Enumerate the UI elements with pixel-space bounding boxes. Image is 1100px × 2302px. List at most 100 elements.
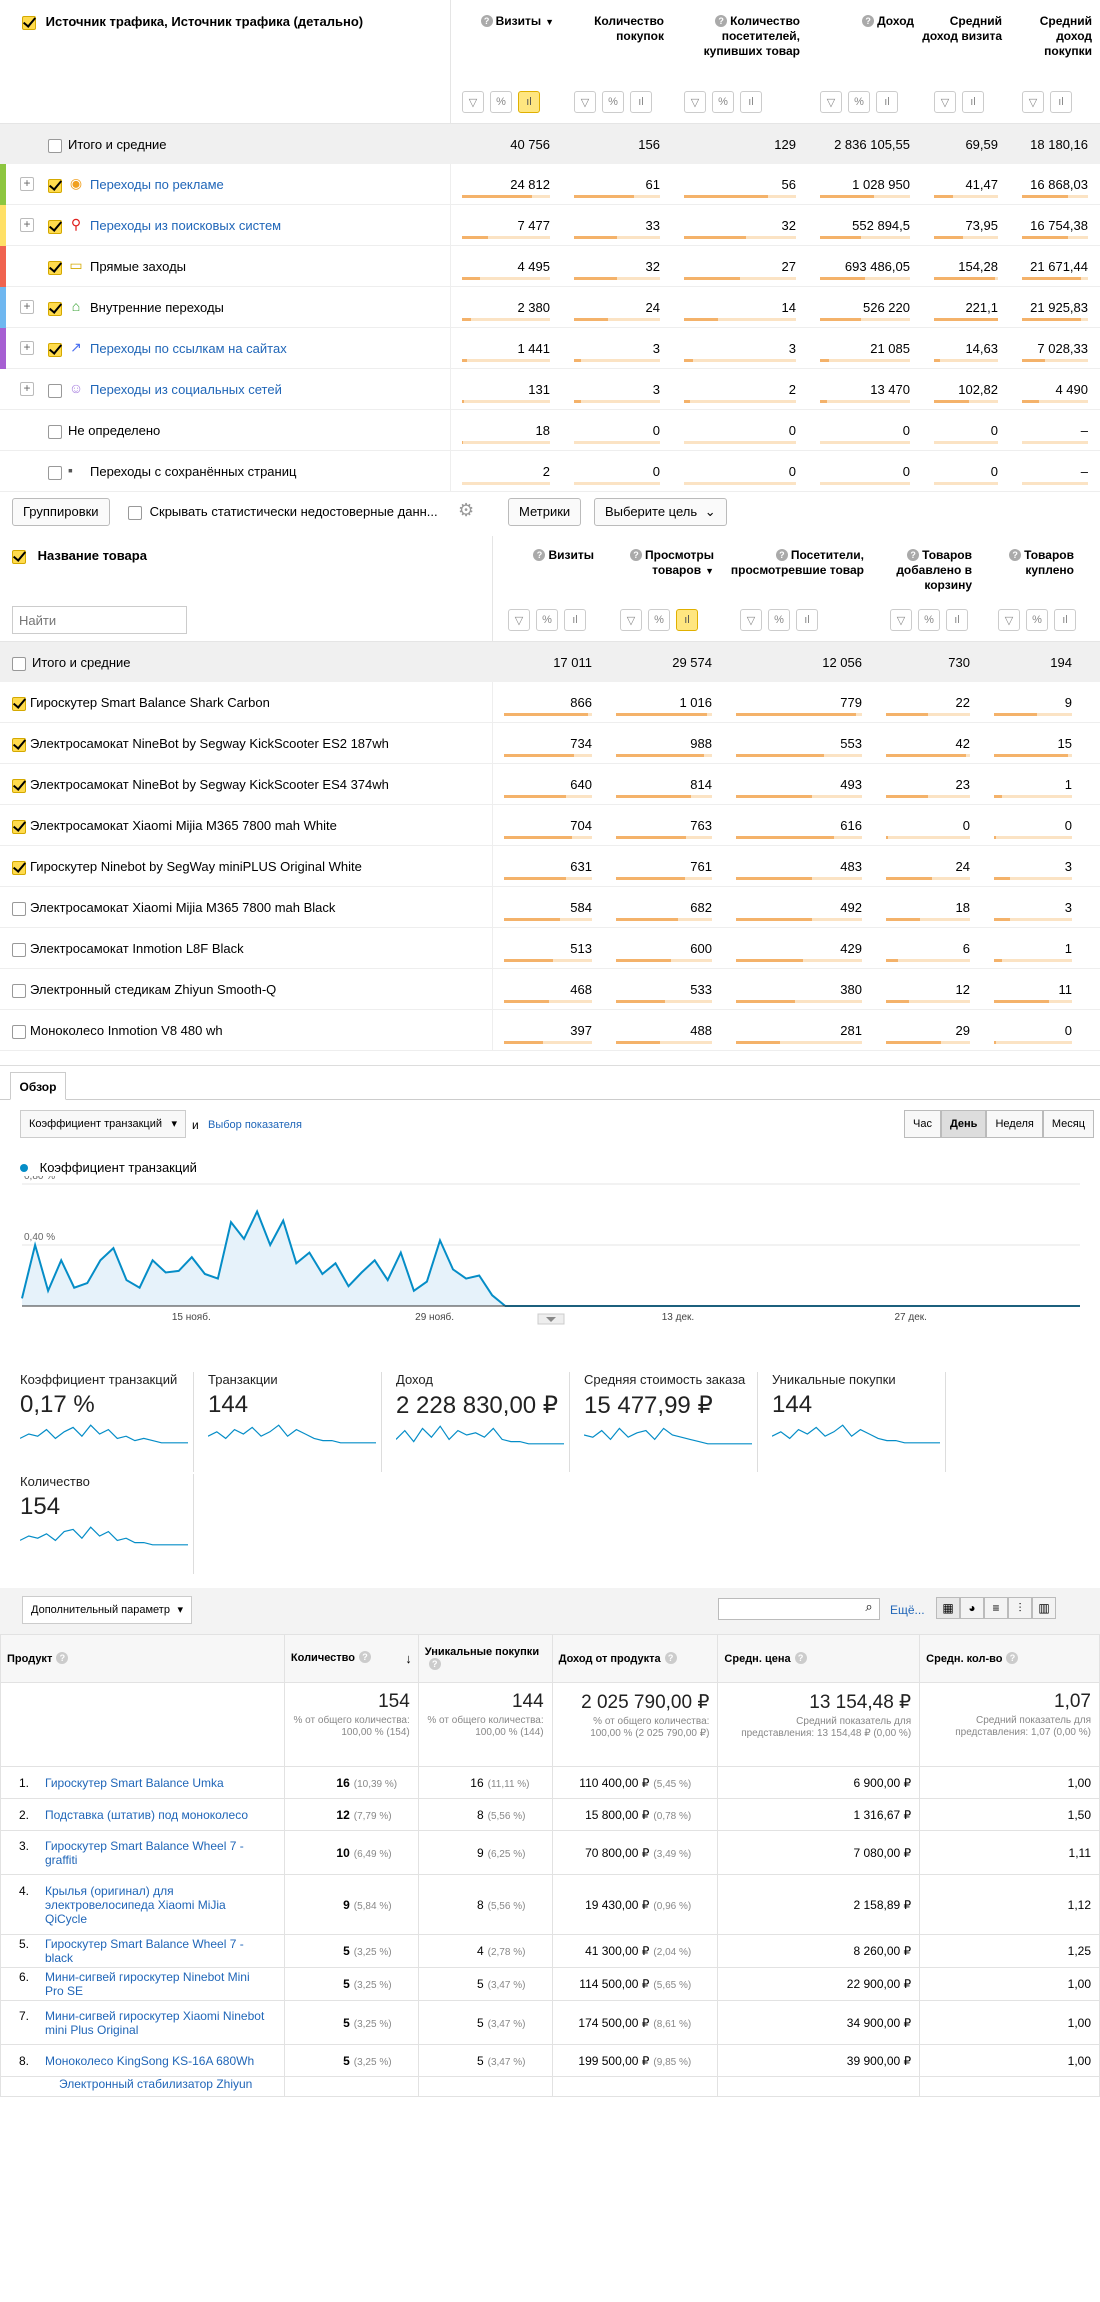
help-icon[interactable]: ? (56, 1652, 69, 1664)
row-checkbox[interactable] (12, 983, 26, 998)
pie-view-icon[interactable]: ◕ (960, 1597, 984, 1619)
row-checkbox[interactable] (48, 260, 62, 275)
performance-view-icon[interactable]: ≡ (984, 1597, 1008, 1619)
help-icon[interactable]: ? (794, 1652, 807, 1664)
table-row[interactable]: 2. Подставка (штатив) под моноколесо 12 (7,… (0, 1798, 1100, 1831)
chart-icon[interactable]: ıl (564, 609, 586, 631)
help-icon[interactable]: ? (428, 1658, 441, 1670)
percent-icon[interactable]: % (602, 91, 624, 113)
secondary-dimension-select[interactable]: Дополнительный параметр ▾ (22, 1596, 192, 1624)
help-icon[interactable]: ? (629, 549, 642, 561)
percent-icon[interactable]: % (1026, 609, 1048, 631)
percent-icon[interactable]: % (648, 609, 670, 631)
chart-icon[interactable]: ıl (1050, 91, 1072, 113)
table-column-header[interactable]: Уникальные покупки? (417, 1634, 553, 1683)
product-link[interactable]: Крылья (оригинал) для электровелосипеда … (45, 1884, 267, 1926)
expand-icon[interactable]: + (20, 177, 34, 191)
filter-icon[interactable]: ▽ (890, 609, 912, 631)
help-icon[interactable]: ? (1006, 1652, 1019, 1664)
product-search-input[interactable] (12, 606, 187, 634)
expand-icon[interactable]: + (20, 300, 34, 314)
product-row[interactable]: Моноколесо Inmotion V8 480 wh 397 488 281 29… (0, 1010, 1100, 1051)
chart-icon[interactable]: ıl (962, 91, 984, 113)
choose-metric-link[interactable]: Выбор показателя (208, 1119, 302, 1131)
chart-icon[interactable]: ıl (518, 91, 540, 113)
table-column-header[interactable]: Средн. кол-во? (919, 1634, 1100, 1683)
traffic-row[interactable]: + ☺ Переходы из социальных сетей 131 3 2 13 47… (0, 369, 1100, 410)
table-row[interactable]: 7. Мини-сигвей гироскутер Xiaomi Ninebot … (0, 2000, 1100, 2045)
column-header[interactable]: Количество покупок (562, 14, 664, 44)
metric-card[interactable]: Количество 154 (14, 1474, 194, 1574)
product-row[interactable]: Гироскутер Ninebot by SegWay miniPLUS Or… (0, 846, 1100, 887)
product-link[interactable]: Электронный стабилизатор Zhiyun (59, 2077, 252, 2091)
expand-icon[interactable]: + (20, 382, 34, 396)
chart-icon[interactable]: ıl (676, 609, 698, 631)
column-header[interactable]: Средний доход покупки (1010, 14, 1092, 59)
row-checkbox[interactable] (48, 465, 62, 480)
pivot-view-icon[interactable]: ▥ (1032, 1597, 1056, 1619)
table-search-input[interactable] (718, 1598, 880, 1620)
choose-goal-button[interactable]: Выберите цель ⌄ (594, 498, 727, 526)
row-checkbox[interactable] (12, 696, 26, 711)
chart-icon[interactable]: ıl (740, 91, 762, 113)
table-row[interactable]: 4. Крылья (оригинал) для электровелосипед… (0, 1874, 1100, 1935)
table-row[interactable]: 1. Гироскутер Smart Balance Umka 16 (10,39 … (0, 1766, 1100, 1799)
metric-card[interactable]: Транзакции 144 (202, 1372, 382, 1472)
product-row[interactable]: Электросамокат Xiaomi Mijia M365 7800 ma… (0, 887, 1100, 928)
metric-card[interactable]: Уникальные покупки 144 (766, 1372, 946, 1472)
metric-card[interactable]: Средняя стоимость заказа 15 477,99 ₽ (578, 1372, 758, 1472)
chart-icon[interactable]: ıl (876, 91, 898, 113)
help-icon[interactable]: ? (664, 1652, 677, 1664)
product-link[interactable]: Моноколесо KingSong KS-16A 680Wh (45, 2054, 267, 2068)
metric-card[interactable]: Коэффициент транзакций 0,17 % (14, 1372, 194, 1472)
chart-icon[interactable]: ıl (796, 609, 818, 631)
table-row[interactable]: 6. Мини-сигвей гироскутер Ninebot Mini Pr… (0, 1967, 1100, 2001)
row-checkbox[interactable] (48, 301, 62, 316)
product-row[interactable]: Электросамокат Inmotion L8F Black 513 600 4… (0, 928, 1100, 969)
row-checkbox[interactable] (12, 942, 26, 957)
search-icon[interactable]: ⌕ (858, 1599, 880, 1619)
traffic-row[interactable]: + ↗ Переходы по ссылкам на сайтах 1 441 3 3 21… (0, 328, 1100, 369)
column-header[interactable]: Средний доход визита (922, 14, 1002, 44)
help-icon[interactable]: ? (533, 549, 546, 561)
traffic-row[interactable]: ▪ Переходы с сохранённых страниц 2 0 0 0 0 – (0, 451, 1100, 492)
table-view-icon[interactable]: ▦ (936, 1597, 960, 1619)
groupings-button[interactable]: Группировки (12, 498, 110, 526)
expand-icon[interactable]: + (20, 218, 34, 232)
filter-icon[interactable]: ▽ (998, 609, 1020, 631)
percent-icon[interactable]: % (848, 91, 870, 113)
product-link[interactable]: Мини-сигвей гироскутер Xiaomi Ninebot mi… (45, 2009, 267, 2037)
help-icon[interactable]: ? (775, 549, 788, 561)
column-header[interactable]: ? Товаров куплено (982, 548, 1074, 578)
row-checkbox[interactable] (48, 219, 62, 234)
product-row[interactable]: Электросамокат Xiaomi Mijia M365 7800 ma… (0, 805, 1100, 846)
filter-icon[interactable]: ▽ (740, 609, 762, 631)
product-row[interactable]: Электросамокат NineBot by Segway KickSco… (0, 764, 1100, 805)
table-column-header[interactable]: Продукт? (0, 1634, 285, 1683)
product-link[interactable]: Подставка (штатив) под моноколесо (45, 1808, 267, 1822)
products-select-all[interactable] (12, 549, 26, 564)
row-checkbox[interactable] (48, 342, 62, 357)
hide-unreliable-checkbox[interactable] (128, 505, 142, 520)
filter-icon[interactable]: ▽ (1022, 91, 1044, 113)
column-header[interactable]: ? Количество посетителей, купивших товар (672, 14, 800, 59)
traffic-row[interactable]: + ◉ Переходы по рекламе 24 812 61 56 1 028 950… (0, 164, 1100, 205)
gear-icon[interactable]: ⚙ (458, 500, 474, 521)
metric-select[interactable]: Коэффициент транзакций ▾ (20, 1110, 186, 1138)
row-checkbox[interactable] (12, 860, 26, 875)
column-header[interactable]: ? Просмотры товаров ▼ (604, 548, 714, 579)
row-checkbox[interactable] (12, 819, 26, 834)
column-header[interactable]: ? Товаров добавлено в корзину (874, 548, 972, 593)
help-icon[interactable]: ? (480, 15, 493, 27)
table-row[interactable]: 5. Гироскутер Smart Balance Wheel 7 - bla… (0, 1934, 1100, 1968)
table-row[interactable]: Электронный стабилизатор Zhiyun (0, 2076, 1100, 2097)
help-icon[interactable]: ? (1009, 549, 1022, 561)
product-row[interactable]: Электронный стедикам Zhiyun Smooth-Q 468 5… (0, 969, 1100, 1010)
traffic-row[interactable]: Не определено 18 0 0 0 0 – (0, 410, 1100, 451)
filter-icon[interactable]: ▽ (820, 91, 842, 113)
table-column-header[interactable]: Количество? ↓ (283, 1634, 419, 1683)
product-link[interactable]: Гироскутер Smart Balance Umka (45, 1776, 267, 1790)
product-link[interactable]: Гироскутер Smart Balance Wheel 7 - graff… (45, 1839, 267, 1867)
period-0[interactable]: Час (904, 1110, 941, 1138)
more-link[interactable]: Ещё... (890, 1603, 925, 1617)
